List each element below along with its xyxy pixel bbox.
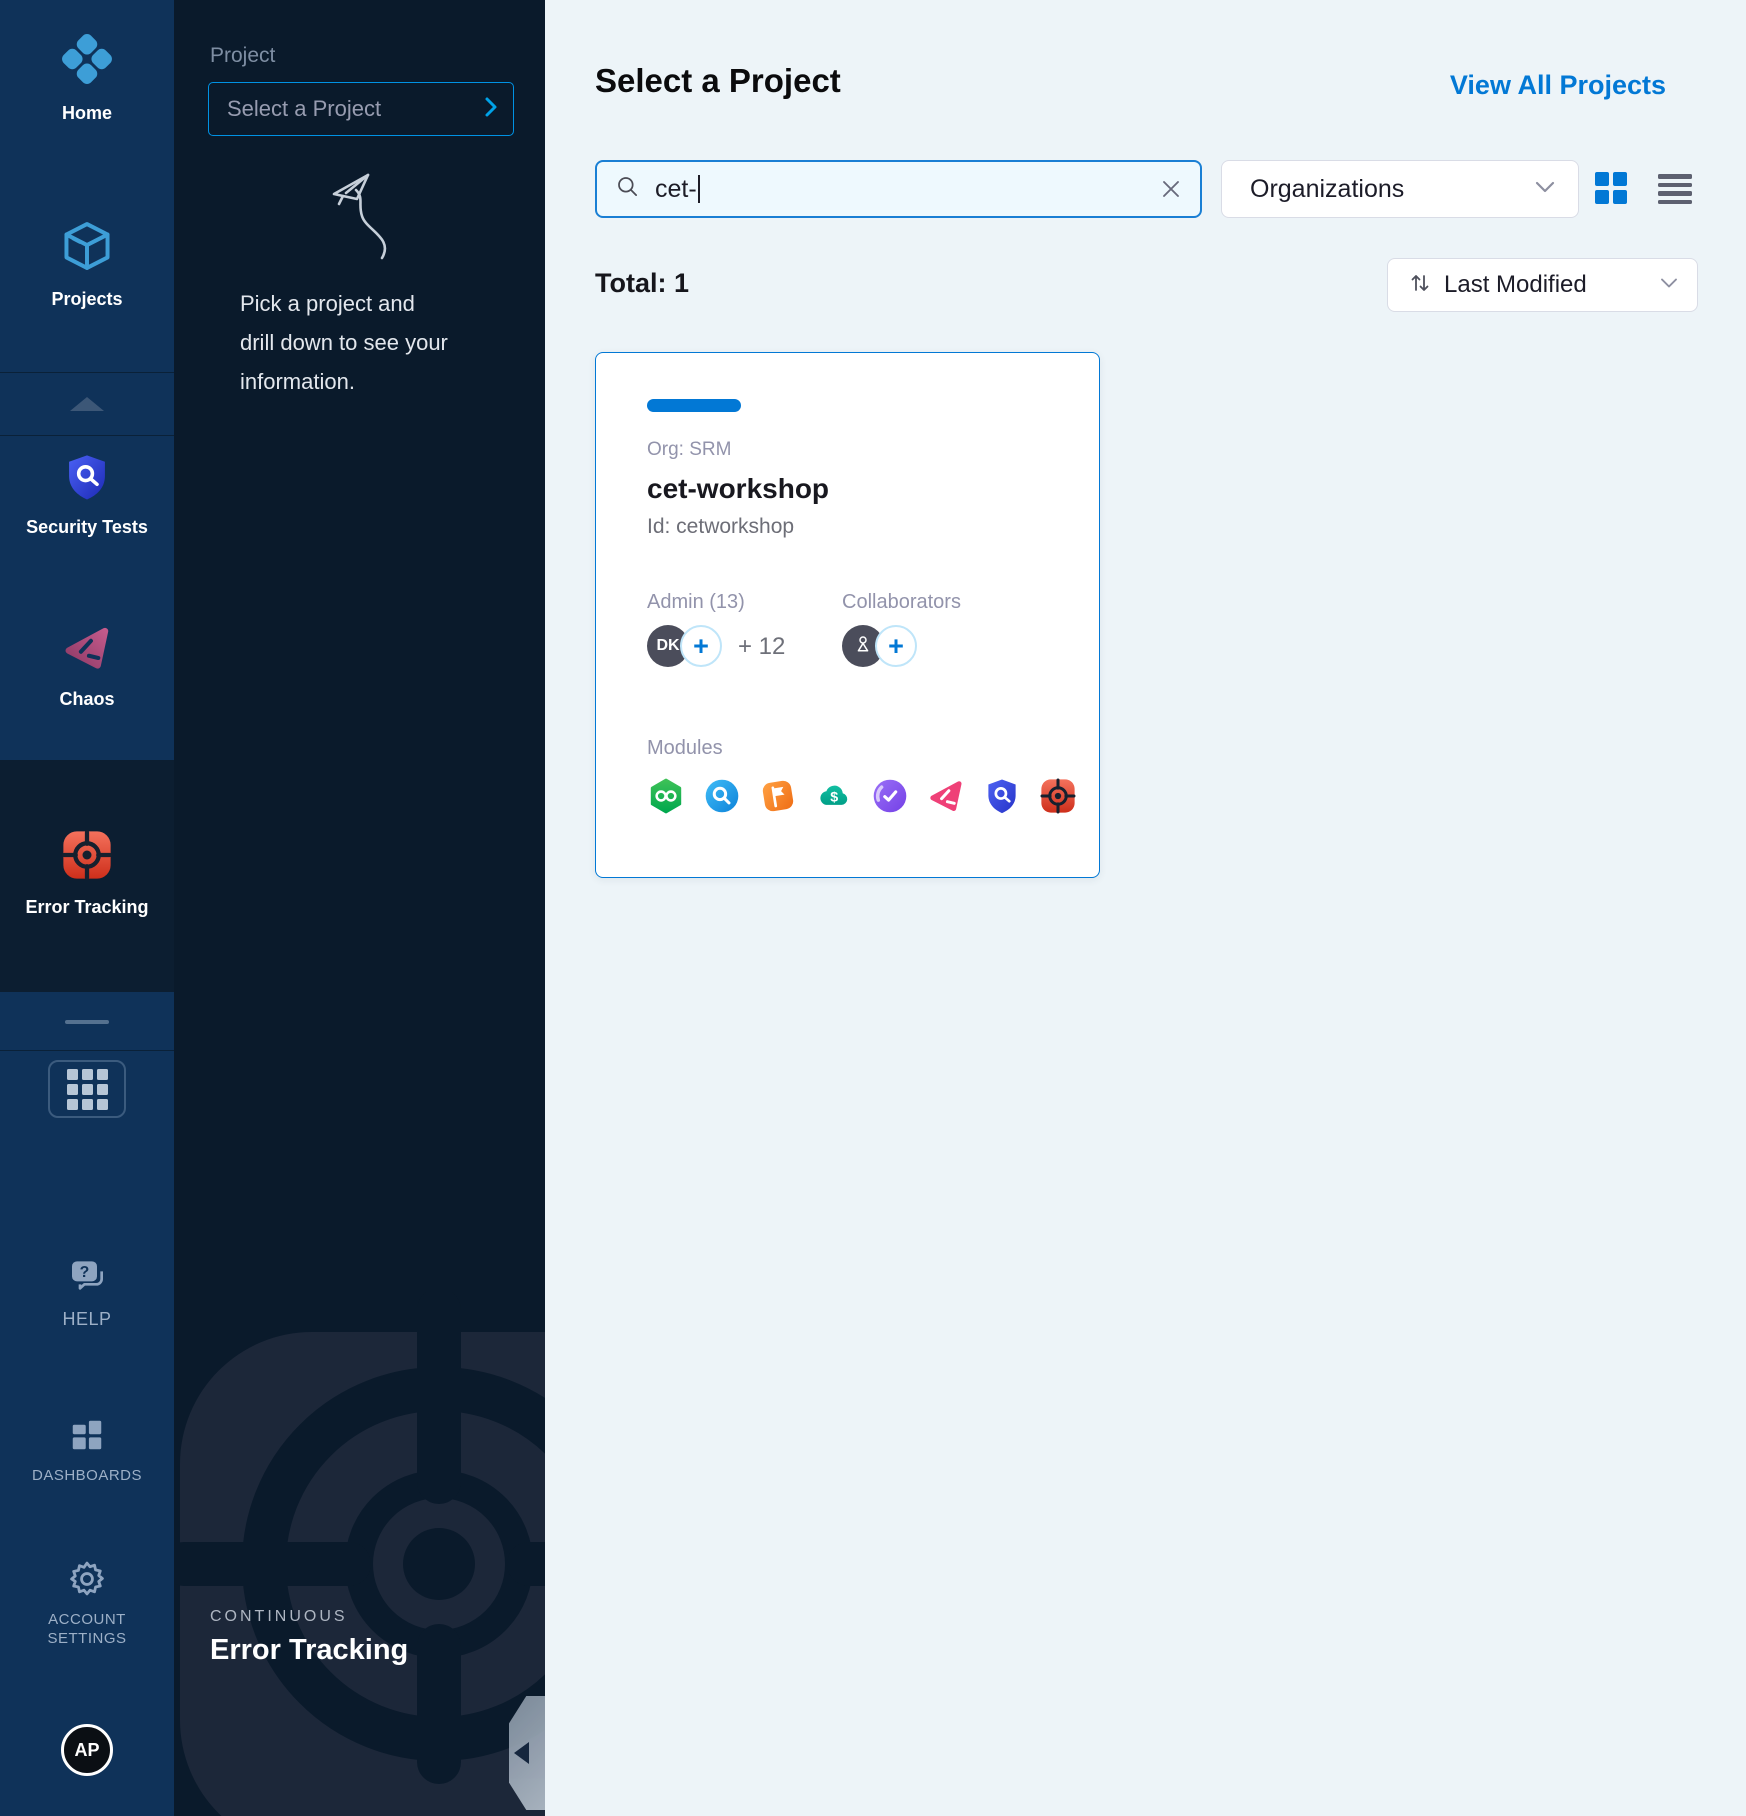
search-value: cet- bbox=[655, 175, 697, 204]
project-selector-value: Select a Project bbox=[227, 96, 483, 122]
chevron-left-icon bbox=[514, 1742, 529, 1764]
chevron-down-icon bbox=[1659, 276, 1679, 295]
module-chaos-icon bbox=[927, 777, 965, 815]
paper-plane-illustration bbox=[320, 166, 430, 271]
svg-text:?: ? bbox=[80, 1264, 90, 1281]
sidebar-collapse-toggle[interactable] bbox=[0, 372, 174, 436]
sidebar-item-help[interactable]: ? HELP bbox=[0, 1256, 174, 1330]
view-all-projects-link[interactable]: View All Projects bbox=[1450, 70, 1666, 101]
sidebar-item-error-tracking[interactable]: Error Tracking bbox=[0, 828, 174, 918]
module-switcher-button[interactable] bbox=[48, 1060, 126, 1118]
project-scope-panel: Project Select a Project Pick a project … bbox=[174, 0, 545, 1816]
admin-label: Admin (13) bbox=[647, 591, 745, 614]
error-tracking-watermark bbox=[174, 1292, 545, 1816]
list-view-toggle[interactable] bbox=[1658, 174, 1692, 204]
card-project-name: cet-workshop bbox=[647, 473, 829, 505]
project-card[interactable]: Org: SRM cet-workshop Id: cetworkshop Ad… bbox=[595, 352, 1100, 878]
results-total: Total: 1 bbox=[595, 268, 689, 299]
add-admin-button[interactable]: + bbox=[680, 625, 722, 667]
admin-overflow-count: + 12 bbox=[738, 633, 785, 661]
shield-search-icon bbox=[62, 452, 112, 507]
user-avatar[interactable]: AP bbox=[61, 1724, 113, 1776]
empty-state-hint: Pick a project and drill down to see you… bbox=[240, 284, 450, 401]
project-section-label: Project bbox=[210, 44, 275, 68]
dashboards-icon bbox=[68, 1416, 106, 1459]
card-accent-bar bbox=[647, 399, 741, 412]
error-tracking-target-icon bbox=[60, 828, 114, 887]
svg-text:$: $ bbox=[830, 790, 838, 806]
grid-view-toggle[interactable] bbox=[1595, 172, 1627, 204]
sidebar-item-label: Security Tests bbox=[26, 517, 148, 538]
sidebar-item-chaos[interactable]: Chaos bbox=[0, 622, 174, 710]
avatar-initials: AP bbox=[74, 1740, 99, 1761]
card-org: Org: SRM bbox=[647, 439, 731, 461]
chaos-icon bbox=[61, 622, 113, 679]
organizations-filter-dropdown[interactable]: Organizations bbox=[1221, 160, 1579, 218]
module-title: Error Tracking bbox=[210, 1634, 408, 1667]
sidebar-item-label: Home bbox=[62, 103, 112, 124]
sidebar-item-label: ACCOUNT bbox=[48, 1611, 126, 1628]
project-search-input[interactable]: cet- bbox=[595, 160, 1202, 218]
organizations-filter-value: Organizations bbox=[1250, 175, 1534, 204]
sidebar-item-account-settings[interactable]: ACCOUNT SETTINGS bbox=[0, 1558, 174, 1647]
page-title: Select a Project bbox=[595, 62, 841, 100]
sort-dropdown[interactable]: Last Modified bbox=[1387, 258, 1698, 312]
sidebar-item-security-tests[interactable]: Security Tests bbox=[0, 452, 174, 538]
search-icon bbox=[615, 174, 641, 205]
clear-search-icon[interactable] bbox=[1160, 178, 1182, 200]
collaborators-label: Collaborators bbox=[842, 591, 961, 614]
chevron-right-icon bbox=[483, 96, 499, 123]
sidebar-item-label: HELP bbox=[62, 1309, 111, 1330]
module-ci-icon bbox=[647, 777, 685, 815]
card-project-id: Id: cetworkshop bbox=[647, 515, 794, 539]
modules-row: $ bbox=[647, 777, 1077, 815]
add-collaborator-button[interactable]: + bbox=[875, 625, 917, 667]
module-sto-icon bbox=[983, 777, 1021, 815]
module-srm-icon bbox=[871, 777, 909, 815]
avatar-initials: DK bbox=[656, 637, 679, 655]
help-chat-icon: ? bbox=[67, 1256, 107, 1301]
gear-icon bbox=[66, 1558, 108, 1605]
plus-icon: + bbox=[888, 631, 904, 662]
sidebar-item-dashboards[interactable]: DASHBOARDS bbox=[0, 1416, 174, 1484]
sidebar-item-label: Chaos bbox=[59, 689, 114, 710]
sort-arrows-icon bbox=[1408, 270, 1432, 301]
module-cd-icon bbox=[703, 777, 741, 815]
cube-icon bbox=[59, 218, 115, 279]
module-cloud-costs-icon: $ bbox=[815, 777, 853, 815]
modules-label: Modules bbox=[647, 737, 723, 760]
module-cet-icon bbox=[1039, 777, 1077, 815]
project-selector[interactable]: Select a Project bbox=[208, 82, 514, 136]
plus-icon: + bbox=[693, 631, 709, 662]
chevron-up-icon bbox=[70, 397, 104, 411]
sidebar-divider bbox=[0, 1050, 174, 1051]
sort-value: Last Modified bbox=[1444, 271, 1659, 299]
harness-logo-icon bbox=[58, 30, 116, 93]
main-sidebar: Home Projects Security Tests bbox=[0, 0, 174, 1816]
main-content: Select a Project View All Projects cet- … bbox=[545, 0, 1746, 1816]
person-icon bbox=[851, 632, 875, 661]
chevron-down-icon bbox=[1534, 179, 1556, 200]
module-kicker: CONTINUOUS bbox=[210, 1608, 348, 1626]
module-feature-flags-icon bbox=[759, 777, 797, 815]
sidebar-item-label: Error Tracking bbox=[25, 897, 148, 918]
apps-grid-icon bbox=[67, 1069, 108, 1110]
sidebar-item-projects[interactable]: Projects bbox=[0, 218, 174, 310]
sidebar-item-label: Projects bbox=[51, 289, 122, 310]
sidebar-item-home[interactable]: Home bbox=[0, 30, 174, 124]
sidebar-drag-handle[interactable] bbox=[65, 1020, 109, 1024]
text-cursor bbox=[698, 175, 700, 203]
sidebar-item-label: SETTINGS bbox=[47, 1630, 126, 1647]
sidebar-item-label: DASHBOARDS bbox=[32, 1467, 142, 1484]
